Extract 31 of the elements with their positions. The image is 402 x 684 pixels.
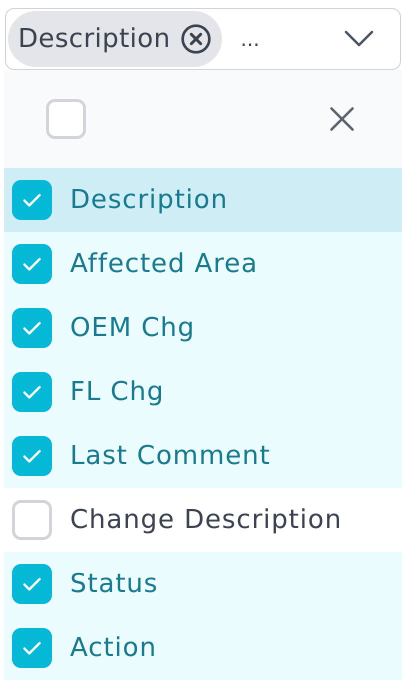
option-row[interactable]: Change Description xyxy=(4,488,402,552)
multi-select-field[interactable]: Description ... xyxy=(5,8,401,70)
checkbox[interactable] xyxy=(12,564,52,604)
select-all-checkbox[interactable] xyxy=(46,99,86,139)
checkbox[interactable] xyxy=(12,372,52,412)
option-label: Affected Area xyxy=(70,249,258,279)
checkbox[interactable] xyxy=(12,628,52,668)
checkbox[interactable] xyxy=(12,180,52,220)
option-row[interactable]: Affected Area xyxy=(4,232,402,296)
option-label: FL Chg xyxy=(70,377,164,407)
checkbox[interactable] xyxy=(12,308,52,348)
checkbox[interactable] xyxy=(12,244,52,284)
remove-icon[interactable] xyxy=(180,23,212,55)
option-label: Description xyxy=(70,185,228,215)
option-row[interactable]: FL Chg xyxy=(4,360,402,424)
option-label: Change Description xyxy=(70,505,342,535)
option-row[interactable]: Action xyxy=(4,616,402,680)
chevron-down-icon[interactable] xyxy=(344,30,374,48)
option-label: Status xyxy=(70,569,158,599)
close-icon[interactable] xyxy=(328,105,356,133)
option-label: Last Comment xyxy=(70,441,271,471)
option-row[interactable]: Last Comment xyxy=(4,424,402,488)
checkbox[interactable] xyxy=(12,500,52,540)
more-indicator: ... xyxy=(240,27,260,51)
chip-label: Description xyxy=(18,24,170,54)
option-row[interactable]: Status xyxy=(4,552,402,616)
option-label: OEM Chg xyxy=(70,313,196,343)
checkbox[interactable] xyxy=(12,436,52,476)
option-row[interactable]: OEM Chg xyxy=(4,296,402,360)
option-row[interactable]: Description xyxy=(4,168,402,232)
option-label: Action xyxy=(70,633,157,663)
